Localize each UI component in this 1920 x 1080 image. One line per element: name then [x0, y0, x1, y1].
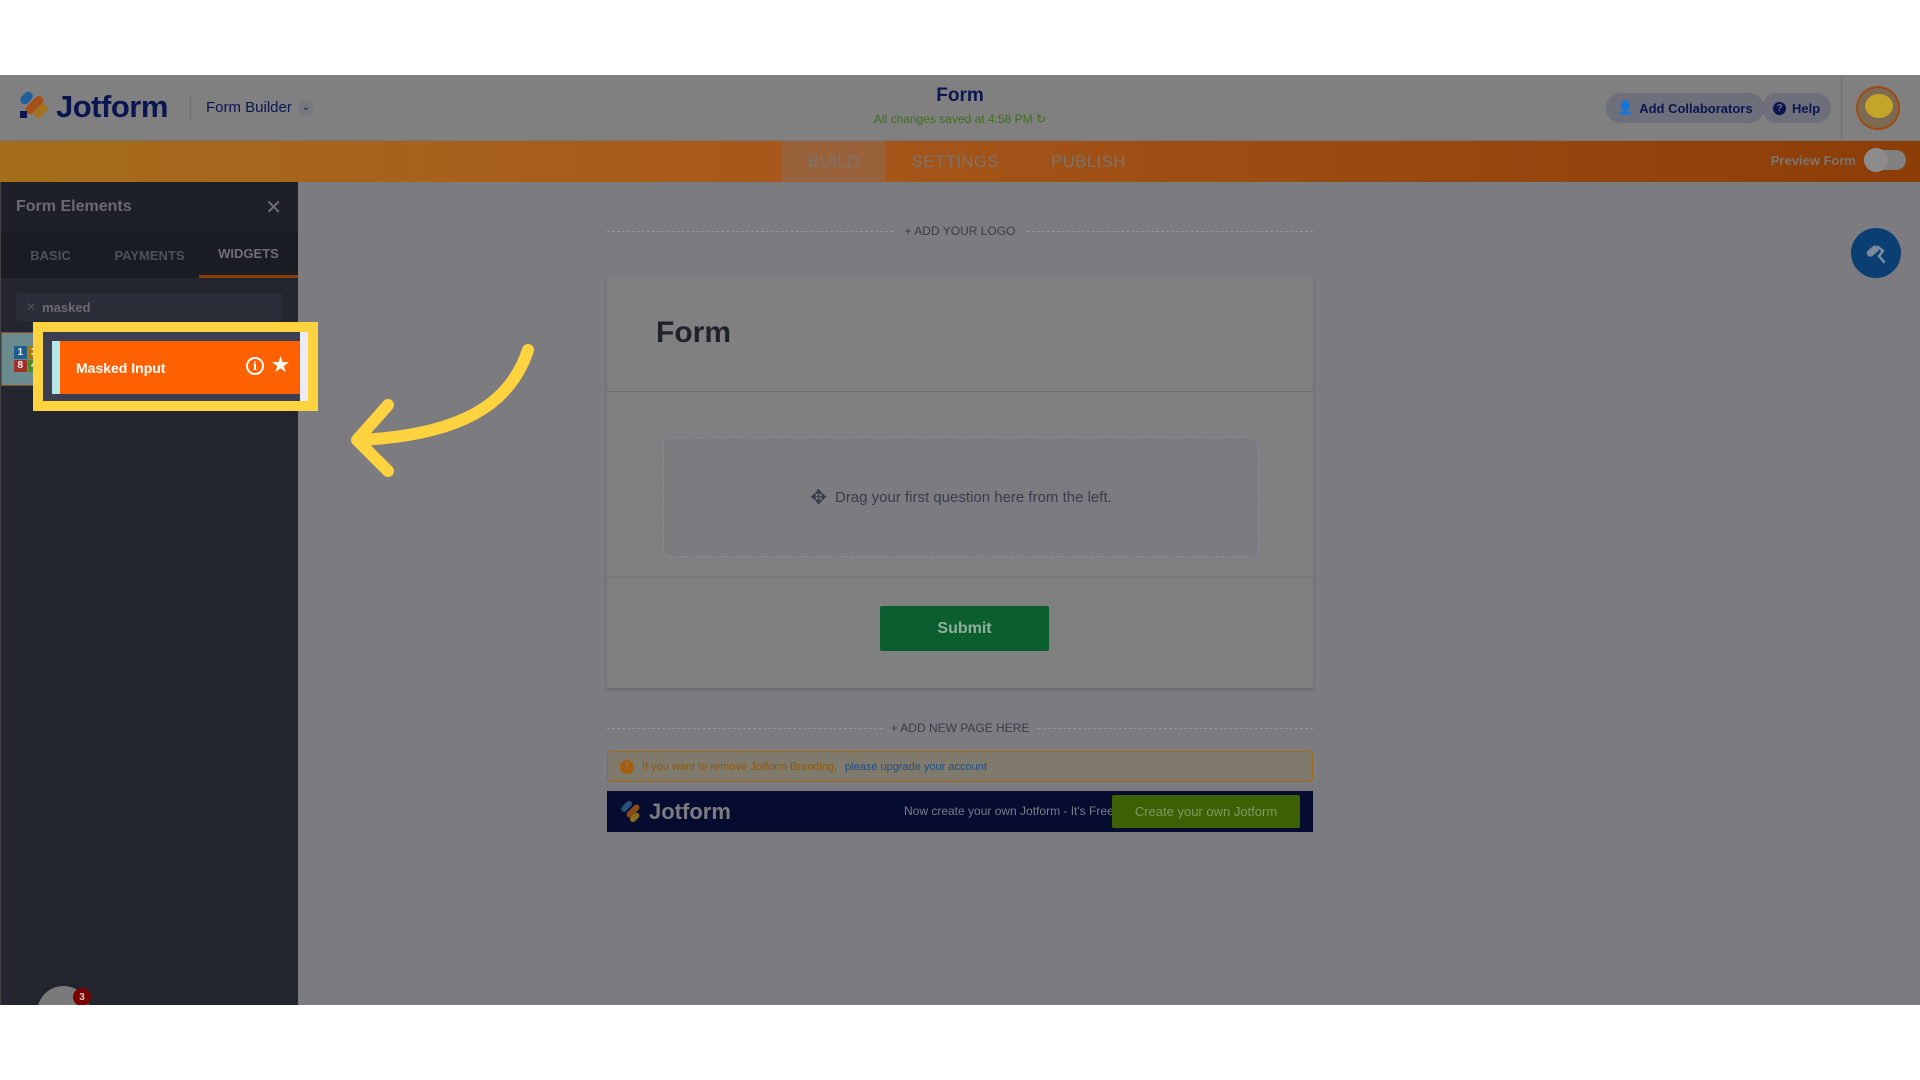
preview-form: Preview Form	[1770, 148, 1906, 172]
panel-title: Form Elements	[16, 198, 132, 215]
builder-nav-bar: BUILD SETTINGS PUBLISH Preview Form	[0, 141, 1920, 182]
close-icon[interactable]: ✕	[265, 195, 282, 220]
help-icon: ?	[1773, 101, 1786, 115]
form-card: Form ✥ Drag your first question here fro…	[607, 274, 1313, 688]
masked-input-label: Masked Input	[76, 359, 166, 376]
tab-widgets[interactable]: WIDGETS	[199, 232, 298, 278]
branding-warning-text: If you want to remove Jotform Branding,	[642, 760, 838, 773]
jotform-app: Jotform Form Builder ⌄ Form All changes …	[0, 75, 1920, 1005]
paint-roller-icon	[1866, 245, 1886, 264]
form-builder-dropdown[interactable]: Form Builder ⌄	[206, 99, 314, 116]
create-jotform-button[interactable]: Create your own Jotform	[1112, 795, 1300, 828]
element-tabs: BASIC PAYMENTS WIDGETS	[1, 232, 298, 278]
widget-actions: i ★	[245, 356, 289, 375]
add-page-link[interactable]: + ADD NEW PAGE HERE	[882, 721, 1038, 735]
panel-header: Form Elements ✕	[1, 182, 298, 232]
header-divider	[190, 97, 191, 119]
tab-payments[interactable]: PAYMENTS	[100, 232, 199, 278]
icon-digit: 8	[14, 359, 27, 372]
info-icon[interactable]: i	[245, 357, 264, 375]
dashed-line	[607, 728, 882, 729]
form-elements-panel: Form Elements ✕ BASIC PAYMENTS WIDGETS ✕…	[0, 182, 299, 1005]
form-designer-button[interactable]	[1851, 228, 1901, 278]
jotform-logo[interactable]: Jotform	[18, 89, 168, 125]
move-icon: ✥	[810, 486, 827, 509]
jotform-logo-icon	[18, 89, 50, 123]
form-title[interactable]: Form	[760, 85, 1160, 107]
highlight-edge	[300, 332, 308, 401]
form-builder-label: Form Builder	[206, 99, 292, 116]
save-status: All changes saved at 4:58 PM ↻	[760, 112, 1160, 126]
notification-badge: 3	[73, 988, 91, 1005]
help-label: Help	[1792, 100, 1821, 116]
preview-form-toggle[interactable]	[1864, 148, 1906, 172]
chevron-down-icon: ⌄	[297, 99, 314, 116]
user-avatar[interactable]	[1856, 86, 1900, 130]
icon-digit: 1	[14, 346, 27, 359]
tab-publish[interactable]: PUBLISH	[1025, 141, 1152, 182]
top-header: Jotform Form Builder ⌄ Form All changes …	[0, 75, 1920, 141]
tab-settings[interactable]: SETTINGS	[886, 141, 1025, 182]
refresh-icon: ↻	[1036, 112, 1047, 126]
divider	[607, 391, 1313, 392]
dropzone-text: Drag your first question here from the l…	[834, 488, 1112, 506]
highlight-box: Masked Input i ★	[33, 322, 318, 411]
divider	[607, 576, 1313, 577]
form-heading[interactable]: Form	[656, 316, 731, 350]
header-divider-right	[1841, 75, 1842, 141]
question-dropzone[interactable]: ✥ Drag your first question here from the…	[663, 437, 1259, 557]
search-value: masked	[42, 299, 91, 315]
clear-search-icon[interactable]: ✕	[26, 300, 36, 314]
tab-basic[interactable]: BASIC	[1, 232, 100, 278]
submit-button[interactable]: Submit	[880, 606, 1049, 651]
toggle-knob	[1864, 148, 1888, 172]
add-collaborators-label: Add Collaborators	[1639, 100, 1753, 116]
dashed-line	[607, 231, 893, 232]
branding-warning: ! If you want to remove Jotform Branding…	[607, 751, 1313, 782]
banner-logo: Jotform	[619, 799, 731, 825]
preview-form-label: Preview Form	[1770, 152, 1856, 168]
logo-text: Jotform	[56, 89, 168, 124]
masked-input-widget[interactable]: Masked Input i ★	[52, 341, 301, 394]
avatar-face-icon	[1865, 94, 1893, 118]
dashed-line	[1027, 231, 1313, 232]
annotation-arrow-icon	[351, 344, 534, 477]
user-icon: 👤	[1617, 100, 1634, 115]
warning-icon: !	[620, 759, 634, 774]
banner-logo-text: Jotform	[649, 799, 731, 824]
builder-tabs: BUILD SETTINGS PUBLISH	[782, 141, 1152, 182]
add-collaborators-button[interactable]: 👤 Add Collaborators	[1606, 93, 1764, 123]
jotform-logo-icon	[621, 800, 640, 823]
banner-text: Now create your own Jotform - It's Free	[904, 804, 1114, 818]
tab-build[interactable]: BUILD	[782, 141, 886, 182]
dashed-line	[1038, 728, 1313, 729]
star-icon[interactable]: ★	[272, 356, 289, 375]
upgrade-link[interactable]: please upgrade your account	[845, 761, 987, 773]
save-status-text: All changes saved at 4:58 PM	[873, 112, 1033, 126]
jotform-banner: Jotform Now create your own Jotform - It…	[607, 791, 1313, 832]
add-logo-link[interactable]: + ADD YOUR LOGO	[893, 224, 1027, 238]
widget-search-input[interactable]: ✕ masked	[16, 293, 282, 321]
help-button[interactable]: ? Help	[1762, 93, 1832, 123]
form-title-block: Form All changes saved at 4:58 PM ↻	[760, 85, 1160, 126]
